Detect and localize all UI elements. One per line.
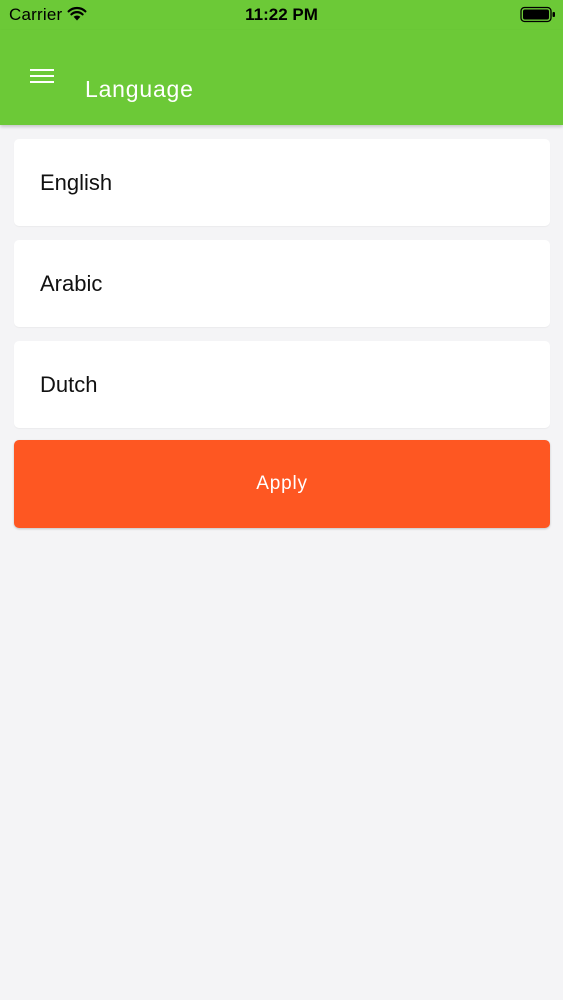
- menu-icon[interactable]: [27, 66, 57, 88]
- language-option-dutch[interactable]: Dutch: [14, 341, 550, 428]
- language-label: Arabic: [40, 270, 103, 296]
- language-option-english[interactable]: English: [14, 139, 550, 226]
- language-list: English Arabic Dutch: [14, 139, 550, 442]
- battery-icon: [520, 6, 555, 23]
- app-bar: Language: [0, 30, 563, 125]
- apply-button[interactable]: Apply: [14, 440, 550, 528]
- apply-button-label: Apply: [256, 473, 308, 494]
- language-option-arabic[interactable]: Arabic: [14, 240, 550, 327]
- status-time: 11:22 PM: [245, 5, 318, 24]
- status-bar: Carrier 11:22 PM: [0, 0, 563, 30]
- page-title: Language: [85, 76, 194, 102]
- language-label: Dutch: [40, 371, 98, 397]
- language-label: English: [40, 169, 113, 195]
